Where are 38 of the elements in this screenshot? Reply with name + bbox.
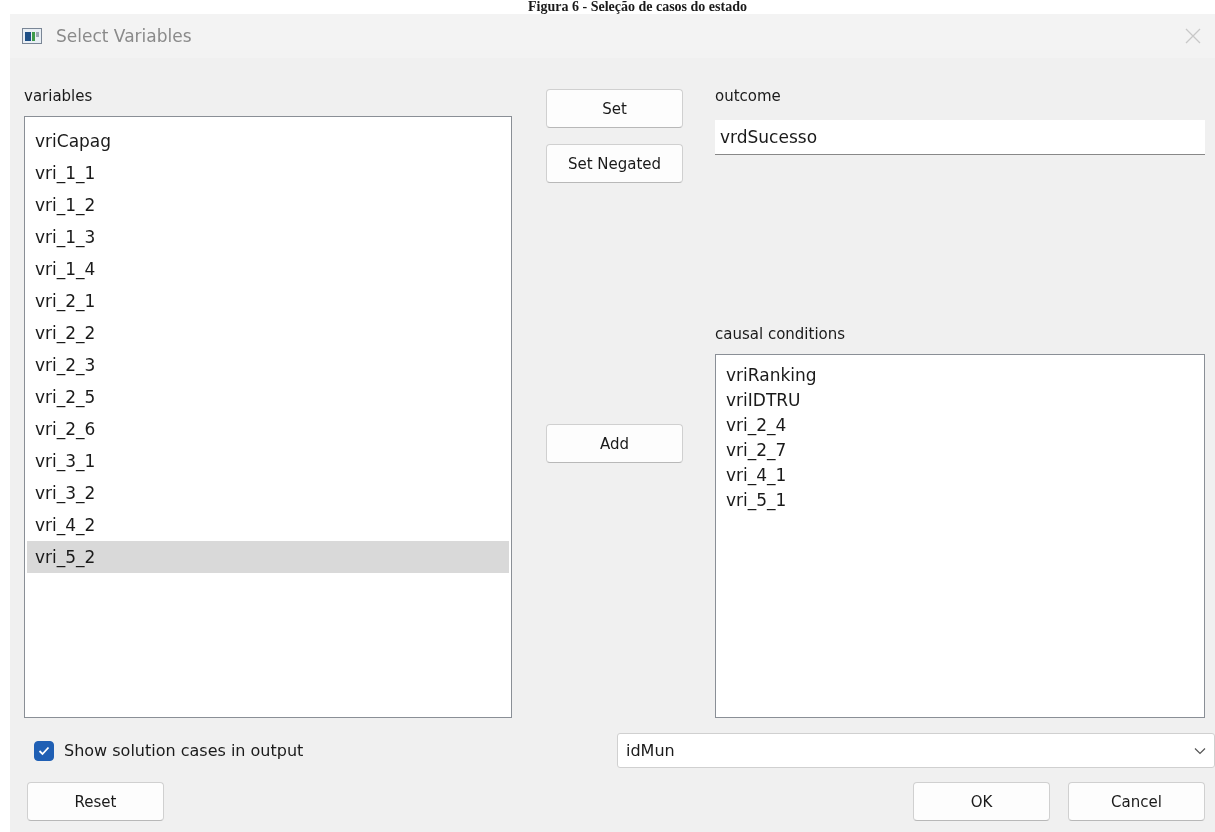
list-item[interactable]: vri_1_1 xyxy=(27,157,509,189)
chevron-down-icon xyxy=(1194,746,1206,755)
set-negated-button[interactable]: Set Negated xyxy=(546,144,683,183)
list-item[interactable]: vri_4_2 xyxy=(27,509,509,541)
list-item[interactable]: vri_2_4 xyxy=(718,413,1202,438)
case-id-dropdown[interactable]: idMun xyxy=(617,733,1215,768)
list-item[interactable]: vri_5_1 xyxy=(718,488,1202,513)
list-item[interactable]: vriCapag xyxy=(27,125,509,157)
checkbox[interactable] xyxy=(34,740,54,761)
list-label: variables xyxy=(24,86,93,106)
field-label: outcome xyxy=(715,86,781,106)
window-app-icon xyxy=(22,28,42,44)
checkmark-icon xyxy=(38,745,50,756)
outcome-field[interactable]: vrdSucesso xyxy=(715,120,1205,155)
list-item[interactable]: vri_1_2 xyxy=(27,189,509,221)
list-label: causal conditions xyxy=(715,324,846,344)
figure-caption: Figura 6 - Seleção de casos do estado xyxy=(527,0,748,14)
list-item[interactable]: vri_1_3 xyxy=(27,221,509,253)
list-item[interactable]: vri_2_7 xyxy=(718,438,1202,463)
list-item[interactable]: vri_1_4 xyxy=(27,253,509,285)
set-button[interactable]: Set xyxy=(546,89,683,128)
list-item[interactable]: vri_2_3 xyxy=(27,349,509,381)
list-item[interactable]: vri_2_2 xyxy=(27,317,509,349)
list-item[interactable]: vri_5_2 xyxy=(27,541,509,573)
cancel-button[interactable]: Cancel xyxy=(1068,782,1205,821)
ok-button[interactable]: OK xyxy=(913,782,1050,821)
checkbox-label: Show solution cases in output xyxy=(64,741,304,760)
list-item[interactable]: vri_4_1 xyxy=(718,463,1202,488)
list-item[interactable]: vriIDTRU xyxy=(718,388,1202,413)
list-item[interactable]: vri_2_1 xyxy=(27,285,509,317)
list-item[interactable]: vri_3_1 xyxy=(27,445,509,477)
list-item[interactable]: vriRanking xyxy=(718,363,1202,388)
list-item[interactable]: vri_3_2 xyxy=(27,477,509,509)
window-title: Select Variables xyxy=(56,26,193,46)
reset-button[interactable]: Reset xyxy=(27,782,164,821)
add-button[interactable]: Add xyxy=(546,424,683,463)
list-item[interactable]: vri_2_5 xyxy=(27,381,509,413)
list-item[interactable]: vri_2_6 xyxy=(27,413,509,445)
